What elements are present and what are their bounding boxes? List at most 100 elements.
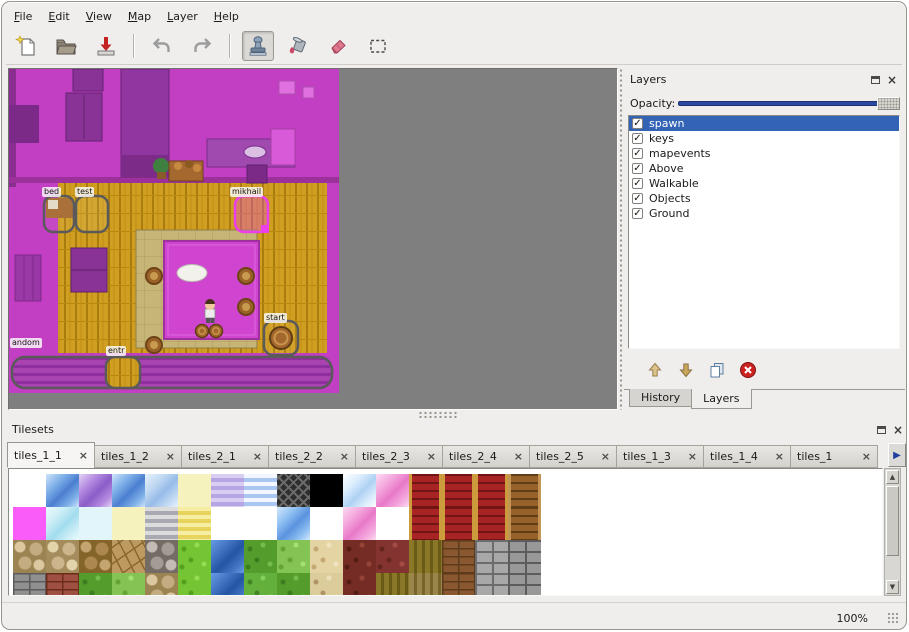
tile-dirtCrack[interactable] — [112, 540, 145, 573]
tile-grassD[interactable] — [79, 573, 112, 596]
tab-scroll-right-button[interactable]: ▶ — [888, 443, 906, 467]
tile-stoneGray[interactable] — [475, 540, 508, 573]
menu-map[interactable]: Map — [120, 7, 159, 26]
tile-blank[interactable] — [310, 507, 343, 540]
tile-stripeLav[interactable] — [211, 474, 244, 507]
menu-layer[interactable]: Layer — [159, 7, 206, 26]
tilesets-dock-close-button[interactable]: × — [891, 423, 905, 436]
opacity-slider-handle[interactable] — [877, 97, 900, 110]
map-canvas[interactable]: bed test mikhail start andom entr — [8, 68, 618, 410]
tile-sandDot[interactable] — [310, 573, 343, 596]
layer-row-Ground[interactable]: ✓Ground — [629, 206, 899, 221]
tileset-tab-tiles_2_2[interactable]: tiles_2_2× — [268, 445, 356, 468]
tileset-tab-tiles_2_5[interactable]: tiles_2_5× — [529, 445, 617, 468]
layers-dock-float-button[interactable] — [868, 73, 882, 86]
tab-close-icon[interactable]: × — [771, 450, 784, 463]
tile-brickRed[interactable] — [46, 573, 79, 596]
tile-stripeBlue[interactable] — [244, 474, 277, 507]
tile-stoneGray2[interactable] — [508, 573, 541, 596]
vertical-splitter[interactable] — [619, 68, 624, 410]
lower-layer-button[interactable] — [675, 359, 697, 381]
tile-roofBrown[interactable] — [508, 474, 541, 507]
tileset-tab-tiles_2_1[interactable]: tiles_2_1× — [181, 445, 269, 468]
redo-button[interactable] — [186, 31, 218, 61]
layer-visibility-checkbox[interactable]: ✓ — [632, 118, 643, 129]
scrollbar-thumb[interactable] — [886, 486, 899, 556]
layer-list[interactable]: ✓spawn✓keys✓mapevents✓Above✓Walkable✓Obj… — [628, 115, 900, 349]
tile-blank[interactable] — [211, 507, 244, 540]
tile-cobbleTan[interactable] — [13, 540, 46, 573]
tile-roofBrown[interactable] — [508, 507, 541, 540]
layer-row-Objects[interactable]: ✓Objects — [629, 191, 899, 206]
tileset-tab-tiles_1_2[interactable]: tiles_1_2× — [94, 445, 182, 468]
layer-visibility-checkbox[interactable]: ✓ — [632, 178, 643, 189]
tileset-view[interactable] — [8, 468, 883, 596]
tile-dirt[interactable] — [79, 540, 112, 573]
tile-waterB[interactable] — [112, 474, 145, 507]
tile-brickGray[interactable] — [13, 573, 46, 596]
tab-close-icon[interactable]: × — [858, 450, 871, 463]
tile-blank[interactable] — [244, 507, 277, 540]
tile-roofRed[interactable] — [475, 507, 508, 540]
tile-shinyB[interactable] — [277, 507, 310, 540]
tile-roofRed[interactable] — [442, 474, 475, 507]
menu-file[interactable]: File — [6, 7, 40, 26]
layer-visibility-checkbox[interactable]: ✓ — [632, 193, 643, 204]
tile-cream[interactable] — [112, 507, 145, 540]
tile-speckDark[interactable] — [343, 540, 376, 573]
tab-close-icon[interactable]: × — [684, 450, 697, 463]
tile-grassBright[interactable] — [178, 573, 211, 596]
tab-close-icon[interactable]: × — [336, 450, 349, 463]
tile-brickBrown[interactable] — [442, 540, 475, 573]
eraser-tool-button[interactable] — [322, 31, 354, 61]
tab-close-icon[interactable]: × — [249, 450, 262, 463]
tile-speckRed[interactable] — [376, 540, 409, 573]
tile-planksOlive[interactable] — [409, 540, 442, 573]
opacity-slider-track[interactable] — [678, 101, 898, 106]
tile-brickBrown[interactable] — [442, 573, 475, 596]
tile-shinyP[interactable] — [343, 507, 376, 540]
undo-button[interactable] — [146, 31, 178, 61]
menu-view[interactable]: View — [78, 7, 120, 26]
tab-layers[interactable]: Layers — [691, 389, 751, 409]
tile-planksOlive[interactable] — [376, 573, 409, 596]
tile-cobbleTan[interactable] — [145, 573, 178, 596]
tile-cobbleTan2[interactable] — [46, 540, 79, 573]
tileset-tab-tiles_2_3[interactable]: tiles_2_3× — [355, 445, 443, 468]
tab-close-icon[interactable]: × — [510, 450, 523, 463]
duplicate-layer-button[interactable] — [706, 359, 728, 381]
menu-edit[interactable]: Edit — [40, 7, 77, 26]
tile-grassTuft[interactable] — [244, 573, 277, 596]
layer-visibility-checkbox[interactable]: ✓ — [632, 148, 643, 159]
layer-visibility-checkbox[interactable]: ✓ — [632, 208, 643, 219]
tile-grassD[interactable] — [277, 573, 310, 596]
tile-grassL[interactable] — [277, 540, 310, 573]
tab-close-icon[interactable]: × — [597, 450, 610, 463]
tile-magenta[interactable] — [13, 507, 46, 540]
open-button[interactable] — [50, 31, 82, 61]
layer-visibility-checkbox[interactable]: ✓ — [632, 163, 643, 174]
menu-help[interactable]: Help — [206, 7, 247, 26]
layer-visibility-checkbox[interactable]: ✓ — [632, 133, 643, 144]
opacity-slider[interactable] — [678, 96, 900, 111]
tile-blank[interactable] — [376, 507, 409, 540]
layer-row-Above[interactable]: ✓Above — [629, 161, 899, 176]
tile-waterP[interactable] — [79, 474, 112, 507]
delete-layer-button[interactable] — [737, 359, 759, 381]
tile-cyanPale[interactable] — [46, 507, 79, 540]
tile-grassBright[interactable] — [178, 540, 211, 573]
tile-roofRed[interactable] — [409, 474, 442, 507]
tileset-tab-tiles_1_1[interactable]: tiles_1_1× — [7, 442, 95, 468]
tile-sand[interactable] — [310, 540, 343, 573]
layers-dock-close-button[interactable]: × — [885, 73, 899, 86]
tileset-tab-tiles_1_3[interactable]: tiles_1_3× — [616, 445, 704, 468]
tab-close-icon[interactable]: × — [162, 450, 175, 463]
tile-stoneGray[interactable] — [475, 573, 508, 596]
tile-planksV[interactable] — [409, 573, 442, 596]
tileset-scrollbar[interactable]: ▲ ▼ — [884, 468, 901, 596]
tile-roofRed[interactable] — [442, 507, 475, 540]
tile-shinyL[interactable] — [343, 474, 376, 507]
tile-grassD[interactable] — [244, 540, 277, 573]
tile-waterL[interactable] — [145, 474, 178, 507]
layer-row-Walkable[interactable]: ✓Walkable — [629, 176, 899, 191]
